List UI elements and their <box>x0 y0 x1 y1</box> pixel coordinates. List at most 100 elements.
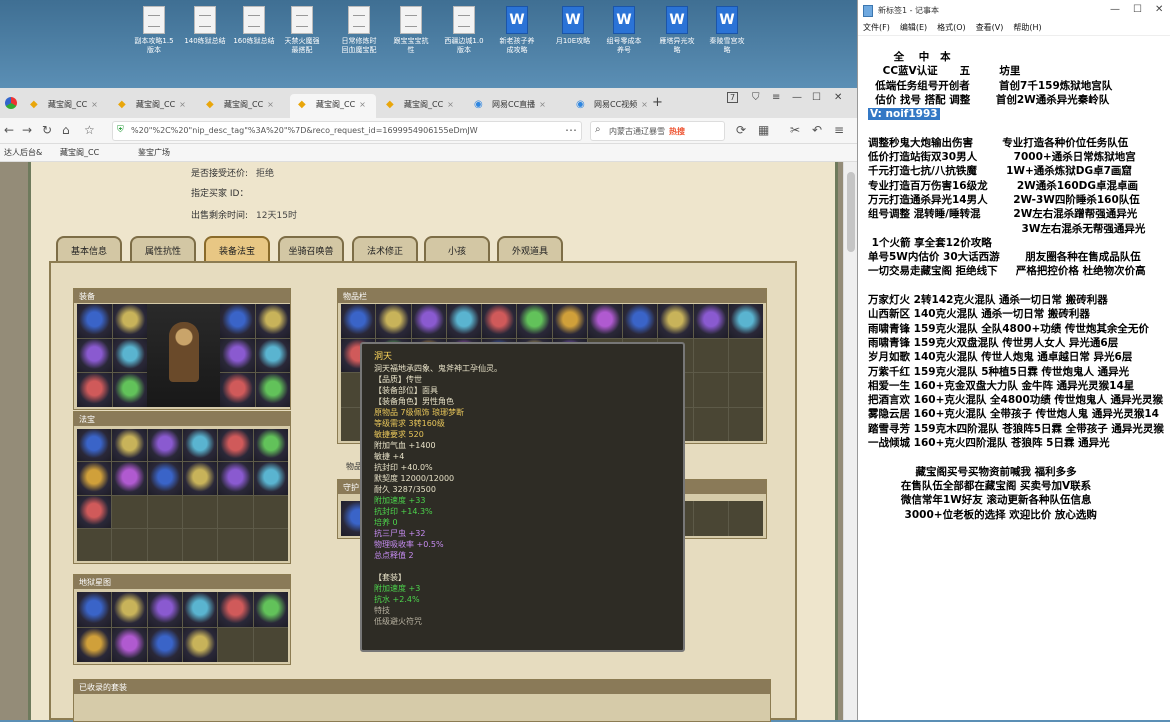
shirt-icon[interactable]: ⛉ <box>752 92 760 103</box>
notepad-text-area[interactable]: 全 中 本 CC蓝V认证 五 坊里 低端任务组号开创者 首创7千159炼狱地宫队… <box>858 38 1170 720</box>
empty-slot[interactable] <box>112 528 147 561</box>
close-icon[interactable]: ✕ <box>1155 4 1163 15</box>
empty-slot[interactable] <box>147 495 182 528</box>
item-slot[interactable] <box>253 462 288 495</box>
desktop-icon[interactable]: W 雁塔异光攻 略 <box>650 6 704 55</box>
scissors-icon[interactable]: ✂ <box>790 123 800 137</box>
tab-close-icon[interactable]: × <box>359 100 366 109</box>
item-slot[interactable] <box>112 627 147 662</box>
browser-tab[interactable]: ◉ 网易CC直播 × <box>466 94 566 118</box>
desktop-icon[interactable]: W 月10E攻略 <box>546 6 600 46</box>
item-slot[interactable] <box>255 373 290 407</box>
item-slot[interactable] <box>446 304 481 338</box>
url-input[interactable]: ⛨ %20"%2C%20"nip_desc_tag"%3A%20"%7D&reco… <box>112 121 582 141</box>
notepad-menu-item[interactable]: 查看(V) <box>976 23 1004 32</box>
maximize-icon[interactable]: ☐ <box>1133 4 1142 15</box>
empty-slot[interactable] <box>253 495 288 528</box>
scrollbar-thumb[interactable] <box>847 172 855 252</box>
tab-close-icon[interactable]: × <box>539 100 546 109</box>
empty-slot[interactable] <box>218 528 253 561</box>
notepad-menu-item[interactable]: 文件(F) <box>863 23 890 32</box>
tab-close-icon[interactable]: × <box>447 100 454 109</box>
item-slot[interactable] <box>147 462 182 495</box>
item-slot[interactable] <box>693 304 728 338</box>
desktop-icon[interactable]: 140练狱总结 <box>178 6 232 46</box>
item-slot[interactable] <box>77 592 112 627</box>
search-input[interactable]: ⌕ 内蒙古通辽暴雪 热搜 <box>590 121 725 141</box>
item-slot[interactable] <box>517 304 552 338</box>
item-slot[interactable] <box>658 304 693 338</box>
item-slot[interactable] <box>112 429 147 462</box>
notepad-menu-item[interactable]: 格式(O) <box>937 23 966 32</box>
empty-slot[interactable] <box>693 338 728 372</box>
item-slot[interactable] <box>587 304 622 338</box>
item-slot[interactable] <box>728 304 763 338</box>
item-slot[interactable] <box>411 304 446 338</box>
tab-close-icon[interactable]: × <box>267 100 274 109</box>
desktop-icon[interactable]: 副本攻略1.5 版本 <box>127 6 181 55</box>
item-slot[interactable] <box>220 373 255 407</box>
game-tab[interactable]: 基本信息 <box>56 236 122 261</box>
page-scrollbar[interactable] <box>843 162 857 720</box>
empty-slot[interactable] <box>693 373 728 407</box>
item-slot[interactable] <box>147 429 182 462</box>
browser-tab[interactable]: ◆ 藏宝阁_CC × <box>198 94 288 118</box>
item-slot[interactable] <box>623 304 658 338</box>
item-slot[interactable] <box>112 338 147 373</box>
undo-icon[interactable]: ↶ <box>812 123 822 137</box>
item-slot[interactable] <box>77 338 112 373</box>
browser-tab[interactable]: ◆ 藏宝阁_CC × <box>110 94 196 118</box>
browser-tab[interactable]: ◆ 藏宝阁_CC × <box>378 94 464 118</box>
empty-slot[interactable] <box>182 528 218 561</box>
browser-tab[interactable]: ◉ 网易CC视频 × <box>568 94 650 118</box>
desktop-icon[interactable]: 天禁火魔强 最搭配 <box>275 6 329 55</box>
item-slot[interactable] <box>253 429 288 462</box>
desktop-icon[interactable]: W 新老孩子养 成攻略 <box>490 6 544 55</box>
browser-tab[interactable]: ◆ 藏宝阁_CC × <box>290 94 376 118</box>
close-icon[interactable]: ✕ <box>834 92 842 103</box>
minimize-icon[interactable]: — <box>1110 4 1120 15</box>
browser-tab[interactable]: ◆ 藏宝阁_CC × <box>22 94 108 118</box>
bookmark-item[interactable]: 鉴宝广场 <box>138 147 170 158</box>
home-icon[interactable]: ⌂ <box>62 123 70 137</box>
item-slot[interactable] <box>182 429 218 462</box>
empty-slot[interactable] <box>253 627 288 662</box>
item-slot[interactable] <box>77 495 112 528</box>
item-slot[interactable] <box>112 304 147 338</box>
desktop-icon[interactable]: 日常修炼时 回血魔宝配 <box>332 6 386 55</box>
notepad-menu-item[interactable]: 编辑(E) <box>900 23 927 32</box>
empty-slot[interactable] <box>218 627 253 662</box>
game-tab[interactable]: 装备法宝 <box>204 236 270 261</box>
apps-icon[interactable]: ▦ <box>758 123 769 137</box>
tab-close-icon[interactable]: × <box>91 100 98 109</box>
empty-slot[interactable] <box>728 338 763 372</box>
empty-slot[interactable] <box>147 528 182 561</box>
bookmark-item[interactable]: 藏宝阁_CC <box>60 147 99 158</box>
item-slot[interactable] <box>341 304 376 338</box>
item-slot[interactable] <box>182 627 218 662</box>
menu-icon[interactable]: ≡ <box>772 92 780 103</box>
bookmark-star-icon[interactable]: ☆ <box>84 123 95 137</box>
forward-icon[interactable]: → <box>22 123 32 137</box>
desktop-icon[interactable]: 西疆边城1.0 版本 <box>437 6 491 55</box>
hot-search-badge[interactable]: 热搜 <box>669 127 685 136</box>
desktop-icon[interactable]: W 组号零成本 养号 <box>597 6 651 55</box>
item-slot[interactable] <box>77 627 112 662</box>
maximize-icon[interactable]: ☐ <box>812 92 821 103</box>
refresh-icon[interactable]: ↻ <box>42 123 52 137</box>
empty-slot[interactable] <box>77 528 112 561</box>
item-slot[interactable] <box>182 462 218 495</box>
empty-slot[interactable] <box>112 495 147 528</box>
minimize-icon[interactable]: — <box>792 92 802 103</box>
item-slot[interactable] <box>255 338 290 373</box>
game-tab[interactable]: 坐骑召唤兽 <box>278 236 344 261</box>
empty-slot[interactable] <box>693 501 728 536</box>
menu-icon[interactable]: ≡ <box>834 123 844 137</box>
game-tab[interactable]: 小孩 <box>424 236 490 261</box>
item-slot[interactable] <box>112 592 147 627</box>
tab-count-badge[interactable]: 7 <box>727 92 739 103</box>
item-slot[interactable] <box>255 304 290 338</box>
item-slot[interactable] <box>112 462 147 495</box>
tab-close-icon[interactable]: × <box>641 100 648 109</box>
empty-slot[interactable] <box>728 407 763 441</box>
